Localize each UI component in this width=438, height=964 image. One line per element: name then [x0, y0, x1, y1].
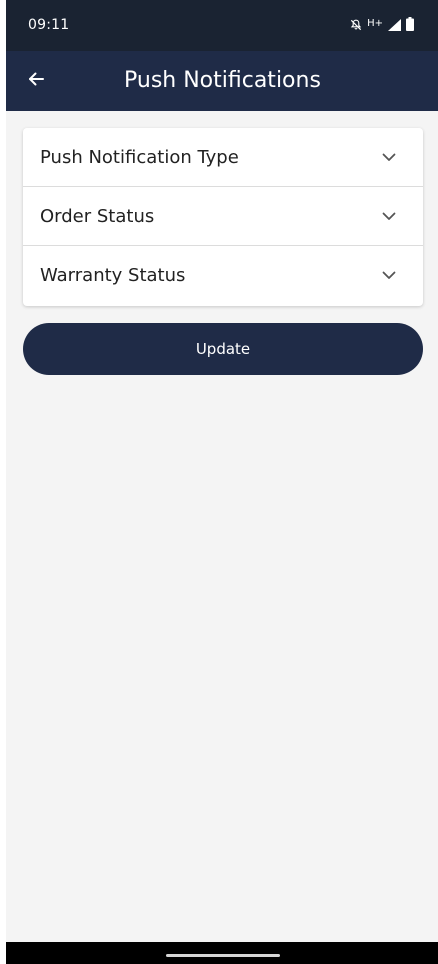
dropdown-push-notification-type[interactable]: Push Notification Type: [23, 128, 423, 187]
dropdown-label: Push Notification Type: [40, 146, 239, 168]
back-button[interactable]: [20, 65, 52, 97]
content-area: Push Notification Type Order Status Warr…: [6, 111, 438, 942]
dropdown-label: Order Status: [40, 205, 155, 227]
update-button[interactable]: Update: [23, 323, 423, 375]
network-type-label: H+: [367, 18, 383, 29]
status-icons: H+: [350, 15, 414, 35]
page-title: Push Notifications: [124, 68, 321, 93]
battery-icon: [406, 16, 414, 35]
dropdown-label: Warranty Status: [40, 265, 186, 286]
app-bar: Push Notifications: [6, 51, 438, 111]
chevron-down-icon: [381, 210, 397, 222]
chevron-down-icon: [381, 151, 397, 163]
notification-settings-card: Push Notification Type Order Status Warr…: [23, 128, 423, 306]
home-indicator[interactable]: [166, 954, 280, 957]
status-time: 09:11: [28, 17, 70, 33]
screen: 09:11 H+ Push Notifications Push Notific…: [0, 0, 438, 964]
notifications-off-icon: [350, 16, 362, 35]
dropdown-warranty-status[interactable]: Warranty Status: [23, 246, 423, 305]
status-bar: 09:11 H+: [6, 0, 438, 51]
system-navigation-bar: [6, 942, 438, 964]
chevron-down-icon: [381, 270, 397, 282]
signal-icon: [388, 16, 401, 35]
dropdown-order-status[interactable]: Order Status: [23, 187, 423, 246]
arrow-left-icon: [26, 69, 46, 93]
